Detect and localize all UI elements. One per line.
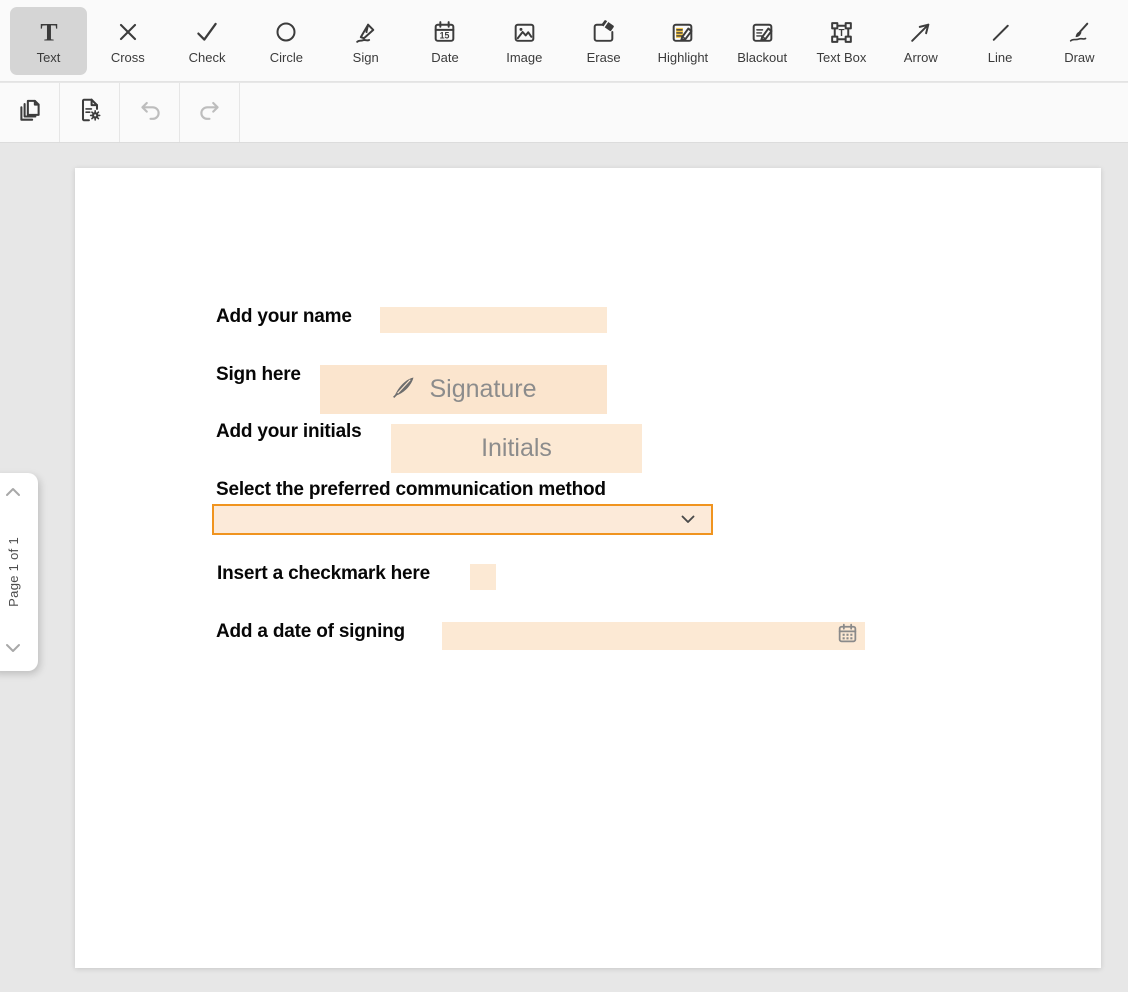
feather-icon (390, 374, 417, 406)
pages-button[interactable] (0, 83, 60, 142)
text-box-icon: T (828, 17, 855, 47)
circle-icon (273, 17, 299, 47)
calendar-icon: 15 (431, 17, 458, 47)
sign-label: Sign here (216, 364, 301, 386)
name-label: Add your name (216, 306, 352, 328)
tool-erase[interactable]: Erase (565, 7, 642, 75)
calendar-field-icon (836, 622, 859, 650)
redo-button[interactable] (180, 83, 240, 142)
date-label: Add a date of signing (216, 621, 405, 643)
initials-label: Add your initials (216, 421, 361, 443)
select-label: Select the preferred communication metho… (216, 479, 606, 501)
line-icon (987, 17, 1014, 47)
tool-date[interactable]: 15 Date (406, 7, 483, 75)
page-up-button[interactable] (0, 485, 26, 503)
pages-icon (16, 96, 44, 129)
arrow-icon (907, 17, 934, 47)
tool-line[interactable]: Line (962, 7, 1039, 75)
svg-text:T: T (838, 28, 844, 39)
tool-sign[interactable]: Sign (327, 7, 404, 75)
page-indicator: Page 1 of 1 (6, 537, 21, 607)
document-canvas: Add your name Sign here Signature Add yo… (0, 143, 1128, 992)
page-down-button[interactable] (0, 641, 26, 659)
signature-field[interactable]: Signature (320, 365, 607, 414)
svg-text:15: 15 (440, 30, 450, 40)
chevron-down-icon (681, 511, 695, 529)
secondary-toolbar (0, 83, 1128, 143)
page-settings-button[interactable] (60, 83, 120, 142)
tool-blackout[interactable]: Blackout (724, 7, 801, 75)
chevron-up-icon (4, 485, 22, 503)
tool-textbox[interactable]: T Text Box (803, 7, 880, 75)
name-input-field[interactable] (380, 307, 607, 333)
tool-highlight[interactable]: Highlight (644, 7, 721, 75)
communication-method-dropdown[interactable] (212, 504, 713, 535)
tool-cross[interactable]: Cross (89, 7, 166, 75)
sign-pen-icon (352, 17, 379, 47)
initials-field[interactable]: Initials (391, 424, 642, 473)
highlighter-icon (669, 17, 696, 47)
tool-image[interactable]: Image (486, 7, 563, 75)
redo-icon (196, 96, 224, 129)
chevron-down-icon (4, 641, 22, 659)
page-navigator: Page 1 of 1 (0, 473, 38, 671)
document-page: Add your name Sign here Signature Add yo… (75, 168, 1101, 968)
tool-check[interactable]: Check (169, 7, 246, 75)
image-icon (511, 17, 538, 47)
tool-text[interactable]: T Text (10, 7, 87, 75)
tool-arrow[interactable]: Arrow (882, 7, 959, 75)
main-toolbar: T Text Cross Check Circle Sign (0, 0, 1128, 82)
cross-icon (115, 17, 141, 47)
page-gear-icon (76, 96, 104, 129)
undo-button[interactable] (120, 83, 180, 142)
signature-placeholder: Signature (429, 377, 536, 402)
tool-circle[interactable]: Circle (248, 7, 325, 75)
svg-text:T: T (40, 18, 57, 46)
date-field[interactable] (442, 622, 865, 650)
text-icon: T (35, 17, 63, 47)
brush-icon (1066, 17, 1093, 47)
check-icon (193, 17, 221, 47)
blackout-marker-icon (749, 17, 776, 47)
initials-placeholder: Initials (481, 436, 552, 461)
eraser-icon (590, 17, 617, 47)
tool-draw[interactable]: Draw (1041, 7, 1118, 75)
checkmark-field[interactable] (470, 564, 496, 590)
undo-icon (136, 96, 164, 129)
checkmark-label: Insert a checkmark here (217, 563, 430, 585)
